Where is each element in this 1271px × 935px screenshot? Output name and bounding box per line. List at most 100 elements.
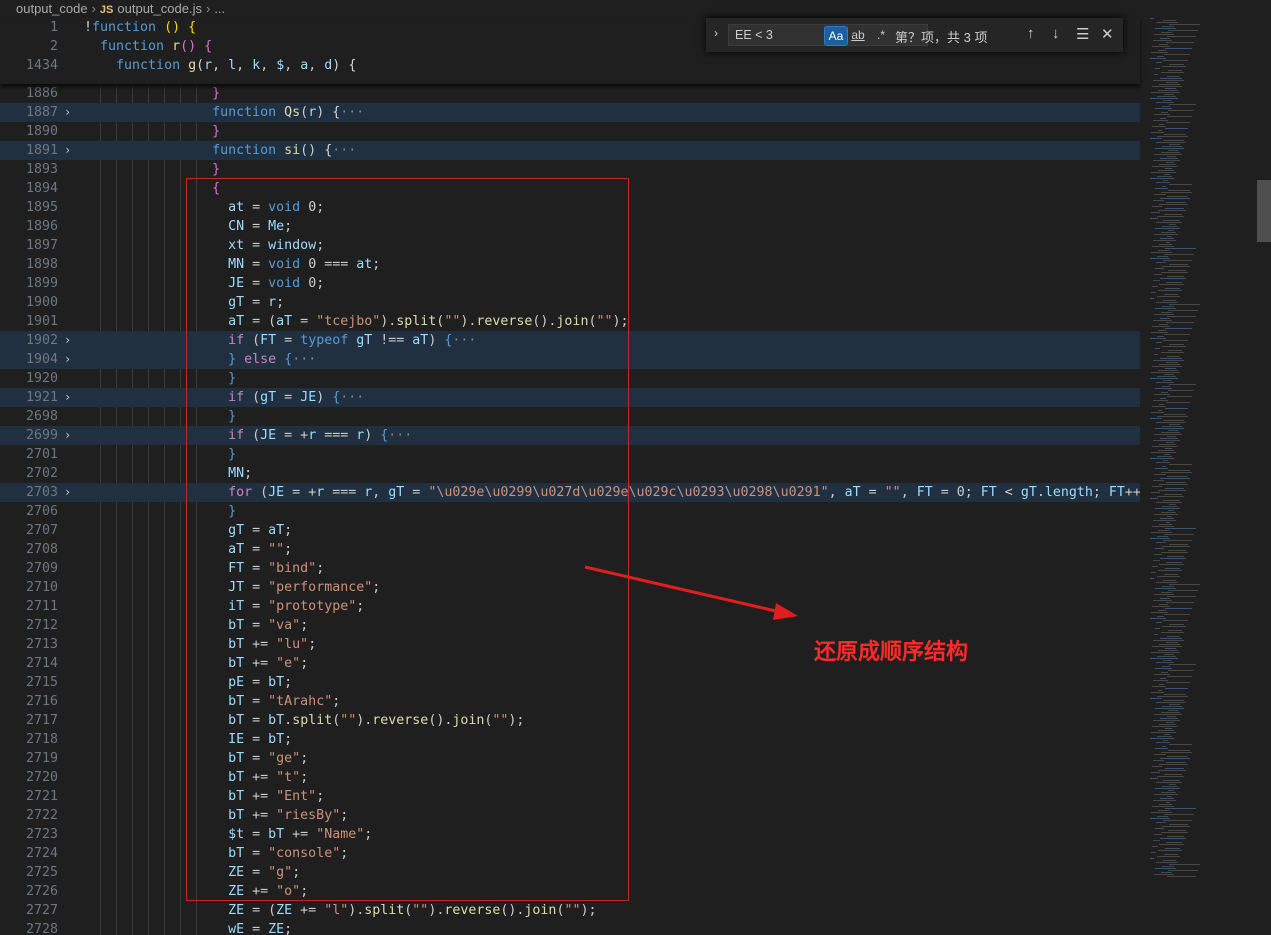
minimap-line [1156, 702, 1186, 703]
code-text[interactable]: function Qs(r) {··· [84, 103, 364, 122]
line-number: 2725 [25, 865, 58, 880]
find-in-selection-icon[interactable]: ☰ [1076, 25, 1089, 43]
minimap-line [1154, 234, 1178, 235]
minimap-line [1169, 424, 1180, 425]
code-line[interactable]: 2727 ZE = (ZE += "l").split("").reverse(… [0, 901, 1140, 920]
code-line[interactable]: 1887 › function Qs(r) {··· [0, 103, 1140, 122]
minimap-line [1165, 248, 1196, 249]
minimap-line [1168, 870, 1198, 871]
minimap-line [1161, 792, 1176, 793]
code-line[interactable]: 1890 } [0, 122, 1140, 141]
code-text[interactable]: function r() { [84, 37, 212, 56]
minimap-line [1157, 496, 1184, 497]
minimap-line [1163, 100, 1172, 101]
minimap-line [1155, 468, 1168, 469]
vertical-scrollbar-thumb[interactable] [1257, 180, 1271, 242]
whole-word-button[interactable]: ab [847, 26, 869, 44]
line-number: 2717 [25, 713, 58, 728]
regex-button[interactable]: .* [870, 26, 892, 44]
code-text[interactable]: function g(r, l, k, $, a, d) { [84, 56, 356, 75]
minimap-line [1169, 824, 1188, 825]
code-line[interactable]: 1893 } [0, 160, 1140, 179]
code-line[interactable]: 1886 } [0, 84, 1140, 103]
minimap-line [1155, 68, 1160, 69]
minimap-line [1150, 578, 1154, 579]
minimap-line [1165, 848, 1180, 849]
breadcrumb-file[interactable]: output_code.js [117, 1, 202, 16]
minimap-line [1157, 296, 1180, 297]
minimap-line [1162, 866, 1174, 867]
minimap-line [1152, 166, 1178, 167]
minimap-line [1162, 546, 1190, 547]
minimap-line [1165, 448, 1172, 449]
minimap-line [1169, 744, 1192, 745]
minimap-line [1151, 772, 1160, 773]
minimap-line [1162, 146, 1182, 147]
minimap-line [1167, 476, 1188, 477]
code-text[interactable]: } [84, 84, 220, 103]
minimap-line [1164, 774, 1182, 775]
code-line[interactable]: 1434 function g(r, l, k, $, a, d) { [0, 56, 1140, 75]
fold-chevron-icon[interactable]: › [64, 483, 78, 502]
minimap-line [1155, 508, 1180, 509]
minimap-line [1154, 594, 1174, 595]
minimap-line [1156, 22, 1178, 23]
minimap-line [1167, 436, 1176, 437]
line-number: 2720 [25, 770, 58, 785]
code-text[interactable]: !function () { [84, 18, 196, 37]
fold-chevron-icon[interactable]: › [64, 103, 78, 122]
minimap-line [1166, 642, 1178, 643]
fold-chevron-icon[interactable]: › [64, 141, 78, 160]
line-number: 1896 [25, 219, 58, 234]
code-line[interactable]: 2728 wE = ZE; [0, 920, 1140, 935]
next-match-icon[interactable]: ↓ [1052, 25, 1060, 42]
minimap-line [1156, 422, 1186, 423]
minimap-line [1163, 340, 1188, 341]
code-line[interactable]: 1891 › function si() {··· [0, 141, 1140, 160]
code-text[interactable]: function si() {··· [84, 141, 356, 160]
match-count: 第？项，共 3 项 [895, 30, 988, 45]
fold-chevron-icon[interactable]: › [64, 331, 78, 350]
fold-chevron-icon[interactable]: › [64, 350, 78, 369]
minimap-line [1163, 140, 1184, 141]
minimap-line [1164, 254, 1194, 255]
minimap-line [1168, 630, 1182, 631]
line-number: 2713 [25, 637, 58, 652]
code-text[interactable]: } [84, 160, 220, 179]
code-text[interactable]: ZE = (ZE += "l").split("").reverse().joi… [84, 901, 596, 920]
breadcrumb-folder[interactable]: output_code [16, 1, 88, 16]
code-text[interactable]: } [84, 122, 220, 141]
minimap-line [1151, 372, 1180, 373]
minimap-line [1160, 38, 1170, 39]
close-icon[interactable]: ✕ [1101, 25, 1114, 43]
minimap-line [1162, 746, 1166, 747]
minimap-line [1153, 760, 1164, 761]
minimap-line [1167, 756, 1188, 757]
minimap-line [1157, 576, 1180, 577]
minimap-line [1157, 56, 1164, 57]
line-number: 2702 [25, 466, 58, 481]
minimap-line [1160, 518, 1174, 519]
minimap[interactable] [1140, 18, 1271, 935]
minimap-line [1168, 590, 1198, 591]
fold-chevron-icon[interactable]: › [64, 388, 78, 407]
minimap-line [1153, 160, 1180, 161]
toggle-replace-chevron-icon[interactable]: › [714, 26, 718, 40]
minimap-line [1156, 302, 1178, 303]
minimap-line [1152, 486, 1162, 487]
minimap-line [1156, 462, 1170, 463]
minimap-line [1161, 272, 1188, 273]
minimap-line [1154, 474, 1166, 475]
minimap-line [1168, 270, 1186, 271]
breadcrumb-more[interactable]: ... [214, 1, 225, 16]
minimap-line [1163, 380, 1172, 381]
minimap-line [1154, 834, 1162, 835]
minimap-line [1163, 700, 1184, 701]
match-case-button[interactable]: Aa [824, 26, 848, 46]
previous-match-icon[interactable]: ↑ [1027, 25, 1035, 42]
minimap-line [1153, 280, 1160, 281]
fold-chevron-icon[interactable]: › [64, 426, 78, 445]
minimap-line [1165, 808, 1196, 809]
minimap-line [1167, 236, 1172, 237]
code-text[interactable]: wE = ZE; [84, 920, 292, 935]
